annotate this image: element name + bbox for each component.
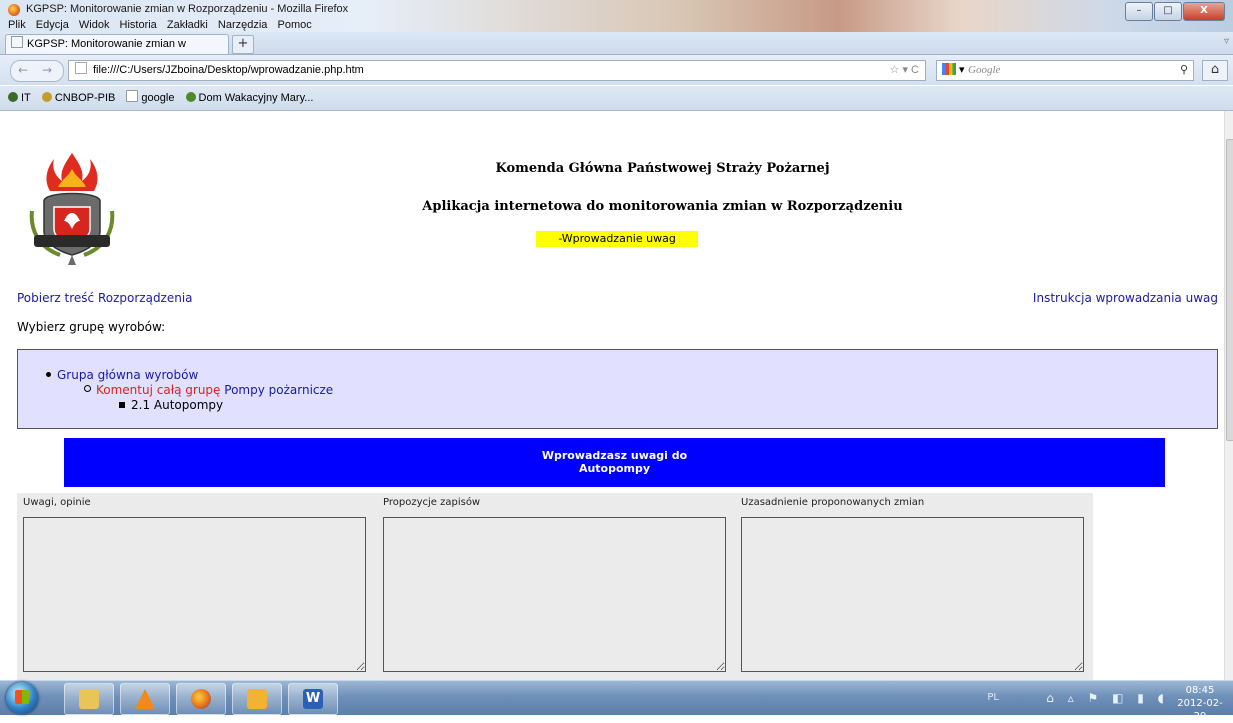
taskbar-explorer[interactable] [64, 683, 114, 715]
start-button[interactable] [6, 682, 38, 714]
tree-group-item: Komentuj całą grupę Pompy pożarnicze [84, 383, 333, 397]
remarks-textarea[interactable] [23, 517, 366, 672]
bookmark-it[interactable]: IT [8, 86, 31, 110]
taskbar-word[interactable]: W [288, 683, 338, 715]
justification-textarea[interactable] [741, 517, 1084, 672]
firefox-icon [8, 4, 20, 16]
page-icon [75, 62, 87, 74]
forward-button[interactable]: → [35, 61, 59, 79]
tree-leaf-label: 2.1 Autopompy [131, 398, 224, 412]
minimize-button[interactable]: – [1125, 2, 1153, 21]
clock-time: 08:45 [1185, 685, 1215, 696]
circle-bullet-icon [84, 385, 91, 392]
justification-label: Uzasadnienie proponowanych zmian [741, 497, 925, 508]
product-group-tree: Grupa główna wyrobów Komentuj całą grupę… [17, 349, 1218, 429]
tab-strip: KGPSP: Monitorowanie zmian w Rozporz... … [0, 32, 1233, 68]
download-regulation-link[interactable]: Pobierz treść Rozporządzenia [17, 291, 193, 305]
choose-group-label: Wybierz grupę wyrobów: [17, 320, 166, 334]
reload-icon[interactable]: ☆ ▾ C [890, 61, 919, 79]
back-forward-group: ← → [10, 60, 64, 82]
word-icon: W [303, 689, 323, 709]
bookmark-icon [41, 92, 52, 102]
bookmark-icon [185, 92, 196, 102]
proposals-textarea[interactable] [383, 517, 726, 672]
bookmark-icon [8, 92, 18, 102]
banner-line1: Wprowadzasz uwagi do [541, 449, 688, 462]
square-bullet-icon [119, 402, 125, 408]
maximize-button[interactable]: □ [1154, 2, 1182, 21]
menu-historia[interactable]: Historia [120, 19, 157, 31]
instruction-link[interactable]: Instrukcja wprowadzania uwag [1033, 291, 1218, 305]
search-icon[interactable]: ⚲ [1180, 61, 1188, 79]
page-viewport: Komenda Główna Państwowej Straży Pożarne… [0, 111, 1224, 680]
menu-bar: Plik Edycja Widok Historia Zakładki Narz… [8, 19, 319, 31]
bookmark-icon [126, 90, 139, 102]
clock-date: 2012-02-29 [1177, 698, 1223, 722]
menu-edycja[interactable]: Edycja [36, 19, 69, 31]
menu-narzedzia[interactable]: Narzędzia [218, 19, 268, 31]
menu-pomoc[interactable]: Pomoc [278, 19, 312, 31]
close-button[interactable]: X [1183, 2, 1225, 21]
banner-line2: Autopompy [578, 462, 651, 475]
window-controls: – □ X [1124, 2, 1225, 21]
taskbar-vlc[interactable] [120, 683, 170, 715]
remarks-label: Uwagi, opinie [23, 497, 91, 508]
scrollbar-thumb[interactable] [1226, 139, 1233, 441]
bookmark-cnbop[interactable]: CNBOP-PIB [41, 86, 115, 110]
google-icon[interactable] [942, 63, 956, 75]
tree-root-item[interactable]: Grupa główna wyrobów [46, 368, 198, 382]
comment-form: Uwagi, opinie Propozycje zapisów Uzasadn… [17, 493, 1093, 680]
tray-icons[interactable]: ⌂ ▵ ⚑ ◧ ▮ ◖ [1046, 691, 1169, 705]
comment-target-banner: Wprowadzasz uwagi do Autopompy [64, 438, 1165, 487]
window-title: KGPSP: Monitorowanie zmian w Rozporządze… [26, 3, 349, 15]
vlc-icon [135, 689, 155, 709]
back-button[interactable]: ← [11, 61, 35, 79]
comment-group-link[interactable]: Komentuj całą grupę [96, 383, 220, 397]
page-heading-organization: Komenda Główna Państwowej Straży Pożarne… [495, 161, 830, 176]
page-icon [11, 36, 23, 48]
clock[interactable]: 08:45 2012-02-29 [1175, 684, 1225, 723]
search-input[interactable]: ▾ Google ⚲ [936, 60, 1194, 81]
url-text: file:///C:/Users/JZboina/Desktop/wprowad… [93, 64, 364, 76]
navigation-toolbar: ← → file:///C:/Users/JZboina/Desktop/wpro… [0, 55, 1233, 85]
menu-widok[interactable]: Widok [79, 19, 110, 31]
menu-plik[interactable]: Plik [8, 19, 26, 31]
taskbar-outlook[interactable] [232, 683, 282, 715]
search-engine-dropdown[interactable]: ▾ [959, 63, 965, 76]
tab-list-arrow-icon[interactable]: ▿ [1224, 36, 1229, 47]
vertical-scrollbar[interactable] [1224, 111, 1233, 680]
url-bar[interactable]: file:///C:/Users/JZboina/Desktop/wprowad… [68, 60, 926, 81]
windows-logo-icon [15, 690, 29, 704]
windows-taskbar: W PL ⌂ ▵ ⚑ ◧ ▮ ◖ 08:45 2012-02-29 [0, 680, 1233, 722]
window-titlebar: KGPSP: Monitorowanie zmian w Rozporządze… [0, 0, 1233, 32]
bookmark-dom-wakacyjny[interactable]: Dom Wakacyjny Mary... [185, 86, 313, 110]
firefox-icon [191, 689, 211, 709]
bookmarks-toolbar: IT CNBOP-PIB google Dom Wakacyjny Mary..… [0, 86, 1233, 111]
proposals-label: Propozycje zapisów [383, 497, 481, 508]
tree-leaf-item[interactable]: 2.1 Autopompy [119, 398, 223, 412]
tree-root-label: Grupa główna wyrobów [57, 368, 199, 382]
home-button[interactable]: ⌂ [1202, 60, 1228, 81]
folder-icon [79, 689, 99, 709]
new-tab-button[interactable]: + [232, 35, 254, 54]
mode-badge: -Wprowadzanie uwag [536, 231, 698, 247]
language-indicator[interactable]: PL [987, 692, 999, 703]
bullet-icon [46, 372, 51, 377]
menu-zakladki[interactable]: Zakładki [167, 19, 208, 31]
tab-active[interactable]: KGPSP: Monitorowanie zmian w Rozporz... [5, 34, 229, 68]
page-heading-application: Aplikacja internetowa do monitorowania z… [422, 199, 903, 214]
bookmark-google[interactable]: google [126, 86, 174, 110]
search-placeholder: Google [968, 64, 1001, 76]
taskbar-firefox[interactable] [176, 683, 226, 715]
tree-group-link[interactable]: Pompy pożarnicze [224, 383, 333, 397]
outlook-icon [247, 689, 267, 709]
